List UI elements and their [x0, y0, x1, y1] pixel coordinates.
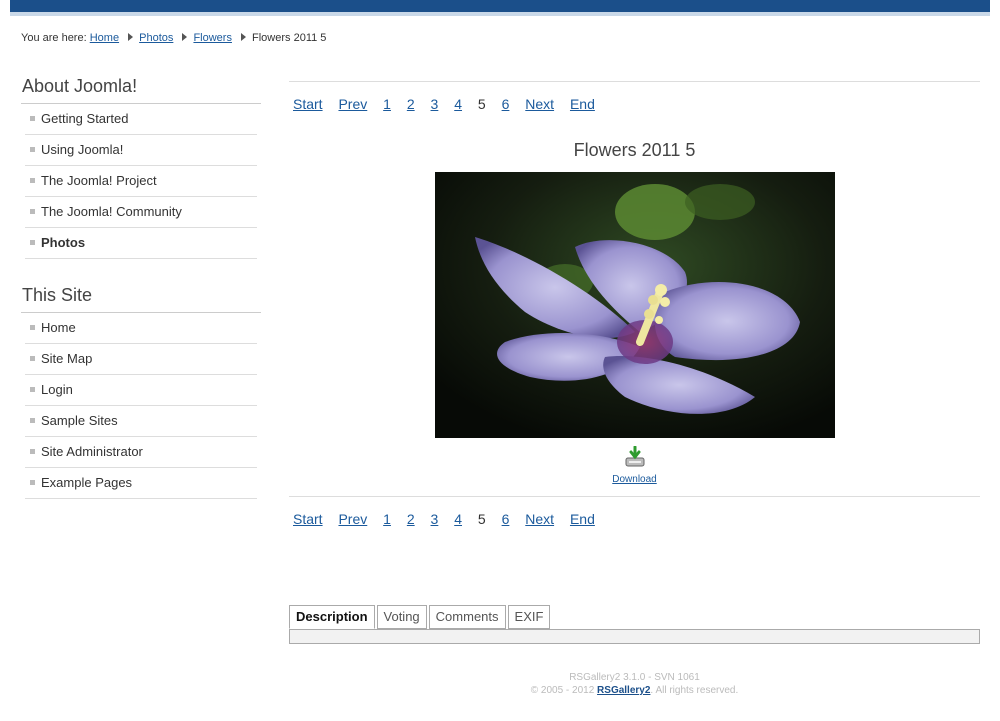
sidebar-item-sample-sites[interactable]: Sample Sites: [25, 406, 257, 437]
tab-comments[interactable]: Comments: [428, 605, 506, 629]
download-area: Download: [289, 445, 980, 496]
breadcrumb-separator-icon: [128, 33, 134, 41]
photo-image[interactable]: [434, 172, 835, 438]
main-content: Start Prev 1 2 3 4 5 6 Next End Flowers …: [289, 81, 980, 541]
sidebar-item-label: Example Pages: [41, 475, 133, 490]
pager-page-1[interactable]: 1: [383, 96, 391, 112]
pagination-bottom: Start Prev 1 2 3 4 5 6 Next End: [289, 497, 980, 541]
bullet-icon: [30, 449, 35, 454]
pagination-top: Start Prev 1 2 3 4 5 6 Next End: [289, 82, 980, 126]
pager-prev-link[interactable]: Prev: [338, 96, 367, 112]
bullet-icon: [30, 387, 35, 392]
breadcrumb-separator-icon: [182, 33, 188, 41]
about-joomla-module: About Joomla! Getting Started Using Joom…: [21, 70, 261, 259]
pager-end-link[interactable]: End: [570, 511, 595, 527]
sidebar-item-example-pages[interactable]: Example Pages: [25, 468, 257, 499]
breadcrumb-separator-icon: [241, 33, 247, 41]
bullet-icon: [30, 116, 35, 121]
bullet-icon: [30, 240, 35, 245]
breadcrumb-link-flowers[interactable]: Flowers: [193, 32, 232, 44]
bullet-icon: [30, 178, 35, 183]
bullet-icon: [30, 356, 35, 361]
tab-voting[interactable]: Voting: [376, 605, 427, 629]
bullet-icon: [30, 418, 35, 423]
pager-current-page: 5: [477, 511, 486, 527]
pager-next-link[interactable]: Next: [525, 511, 554, 527]
sidebar-item-label: Site Administrator: [41, 444, 143, 459]
sidebar-item-label: Login: [41, 382, 73, 397]
bullet-icon: [30, 209, 35, 214]
sidebar-item-site-administrator[interactable]: Site Administrator: [25, 437, 257, 468]
sidebar-item-label: Sample Sites: [41, 413, 118, 428]
sidebar-item-label: Home: [41, 320, 76, 335]
pager-page-3[interactable]: 3: [431, 511, 439, 527]
sidebar-item-home[interactable]: Home: [25, 313, 257, 344]
footer-copyright-prefix: © 2005 - 2012: [530, 685, 595, 696]
download-icon[interactable]: [624, 445, 646, 468]
sidebar-item-getting-started[interactable]: Getting Started: [25, 104, 257, 135]
breadcrumb: You are here: Home Photos Flowers Flower…: [21, 32, 326, 44]
bullet-icon: [30, 480, 35, 485]
pager-page-4[interactable]: 4: [454, 511, 462, 527]
breadcrumb-prefix: You are here:: [21, 32, 87, 44]
pager-start-link[interactable]: Start: [293, 96, 323, 112]
footer: RSGallery2 3.1.0 - SVN 1061 © 2005 - 201…: [289, 671, 980, 697]
pager-next-link[interactable]: Next: [525, 96, 554, 112]
tab-panel: [289, 629, 980, 644]
pager-end-link[interactable]: End: [570, 96, 595, 112]
this-site-module: This Site Home Site Map Login Sample Sit…: [21, 279, 261, 499]
photo-info-tabs: Description Voting Comments EXIF: [289, 605, 980, 644]
footer-rsgallery-link[interactable]: RSGallery2: [597, 685, 650, 696]
pager-page-4[interactable]: 4: [454, 96, 462, 112]
tab-row: Description Voting Comments EXIF: [289, 605, 980, 629]
pager-page-6[interactable]: 6: [502, 96, 510, 112]
download-link[interactable]: Download: [289, 474, 980, 485]
footer-rights: All rights reserved.: [655, 685, 739, 696]
bullet-icon: [30, 147, 35, 152]
breadcrumb-link-photos[interactable]: Photos: [139, 32, 173, 44]
this-site-title: This Site: [21, 279, 261, 313]
pager-start-link[interactable]: Start: [293, 511, 323, 527]
sidebar-item-site-map[interactable]: Site Map: [25, 344, 257, 375]
top-banner-underline: [10, 12, 990, 16]
footer-copyright: © 2005 - 2012 RSGallery2. All rights res…: [530, 685, 739, 696]
pager-prev-link[interactable]: Prev: [338, 511, 367, 527]
breadcrumb-current: Flowers 2011 5: [252, 32, 327, 44]
sidebar-item-label: The Joomla! Project: [41, 173, 157, 188]
tab-exif[interactable]: EXIF: [507, 605, 551, 629]
sidebar-item-label: Using Joomla!: [41, 142, 124, 157]
flower-photo-illustration: [434, 172, 835, 438]
sidebar-item-joomla-community[interactable]: The Joomla! Community: [25, 197, 257, 228]
sidebar-item-label: Getting Started: [41, 111, 129, 126]
about-joomla-title: About Joomla!: [21, 70, 261, 104]
footer-version: RSGallery2 3.1.0 - SVN 1061: [569, 672, 700, 683]
sidebar-item-photos[interactable]: Photos: [25, 228, 257, 259]
pager-page-3[interactable]: 3: [431, 96, 439, 112]
sidebar-item-label: Photos: [41, 235, 86, 250]
pager-current-page: 5: [477, 96, 486, 112]
photo-title: Flowers 2011 5: [573, 140, 696, 160]
sidebar-item-using-joomla[interactable]: Using Joomla!: [25, 135, 257, 166]
sidebar-item-login[interactable]: Login: [25, 375, 257, 406]
about-joomla-menu: Getting Started Using Joomla! The Joomla…: [21, 104, 261, 259]
pager-page-6[interactable]: 6: [502, 511, 510, 527]
tab-description[interactable]: Description: [289, 605, 375, 629]
breadcrumb-link-home[interactable]: Home: [90, 32, 119, 44]
pager-page-1[interactable]: 1: [383, 511, 391, 527]
bullet-icon: [30, 325, 35, 330]
pager-page-2[interactable]: 2: [407, 511, 415, 527]
this-site-menu: Home Site Map Login Sample Sites Site Ad…: [21, 313, 261, 499]
sidebar-item-label: Site Map: [41, 351, 93, 366]
top-banner-bar: [10, 0, 990, 12]
sidebar-item-label: The Joomla! Community: [41, 204, 182, 219]
sidebar: About Joomla! Getting Started Using Joom…: [21, 70, 261, 519]
sidebar-item-joomla-project[interactable]: The Joomla! Project: [25, 166, 257, 197]
pager-page-2[interactable]: 2: [407, 96, 415, 112]
